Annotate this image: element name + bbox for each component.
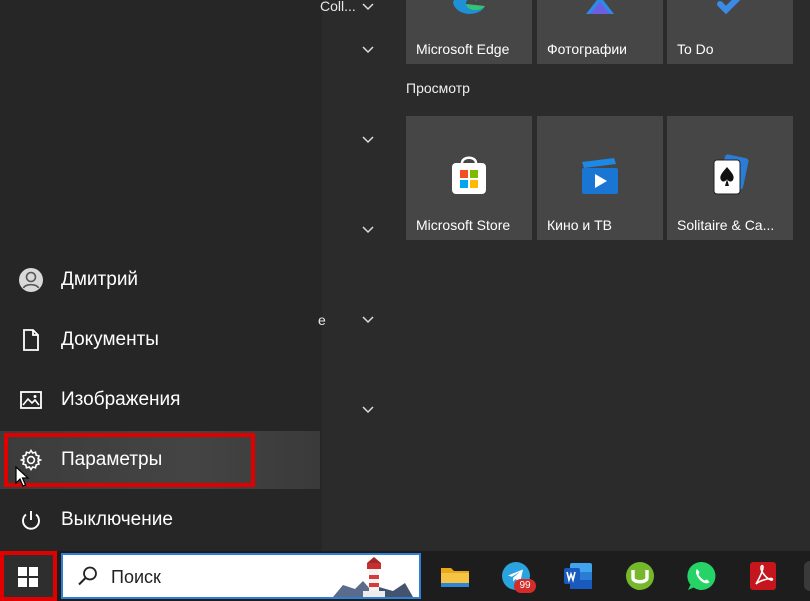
rail-item-documents[interactable]: Документы xyxy=(0,311,320,369)
rail-item-power[interactable]: Выключение xyxy=(0,491,320,549)
search-highlight-lighthouse-icon xyxy=(333,557,413,597)
movies-tv-icon xyxy=(582,158,618,194)
chevron-down-icon[interactable] xyxy=(361,403,375,417)
tile-movies-tv[interactable]: Кино и ТВ xyxy=(537,116,663,240)
tile-todo[interactable]: To Do xyxy=(667,0,793,64)
tile-solitaire[interactable]: Solitaire & Ca... xyxy=(667,116,793,240)
todo-icon xyxy=(717,0,741,15)
rail-item-settings[interactable]: Параметры xyxy=(0,431,320,489)
tile-photos[interactable]: Фотографии xyxy=(537,0,663,64)
search-icon xyxy=(78,566,97,586)
whatsapp-icon[interactable] xyxy=(685,559,719,593)
tile-label: To Do xyxy=(677,41,714,57)
rail-label-user: Дмитрий xyxy=(61,269,139,290)
search-placeholder: Поиск xyxy=(111,567,161,587)
tile-label: Solitaire & Ca... xyxy=(677,217,775,233)
taskbar: Поиск 99 xyxy=(0,551,810,601)
tile-microsoft-edge[interactable]: Microsoft Edge xyxy=(406,0,532,64)
tile-microsoft-store[interactable]: Microsoft Store xyxy=(406,116,532,240)
store-icon xyxy=(452,156,486,194)
rail-label-power: Выключение xyxy=(61,509,173,530)
tile-label: Фотографии xyxy=(547,41,628,57)
chevron-down-icon[interactable] xyxy=(361,313,375,327)
tile-label: Кино и ТВ xyxy=(547,217,612,233)
taskbar-search-box[interactable]: Поиск xyxy=(61,553,421,599)
utorrent-icon[interactable] xyxy=(623,559,657,593)
rail-label-documents: Документы xyxy=(61,329,159,350)
user-avatar-icon xyxy=(18,267,44,293)
document-icon xyxy=(18,327,44,353)
app-list: Coll... e xyxy=(318,0,394,551)
edge-icon xyxy=(453,0,485,14)
chevron-down-icon[interactable] xyxy=(361,133,375,147)
windows-logo-icon xyxy=(18,567,38,587)
start-button[interactable] xyxy=(0,551,57,601)
start-menu-rail: Дмитрий Документы Изображения Параметры … xyxy=(0,0,322,551)
app-list-entry-fragment[interactable]: e xyxy=(318,312,326,328)
taskbar-app-cropped-icon[interactable] xyxy=(804,561,810,591)
chevron-down-icon[interactable] xyxy=(361,43,375,57)
tile-group-title: Просмотр xyxy=(406,80,470,96)
app-list-entry-fragment[interactable]: Coll... xyxy=(320,0,356,14)
mouse-cursor-icon xyxy=(15,466,30,487)
rail-item-user[interactable]: Дмитрий xyxy=(0,251,320,309)
chevron-down-icon[interactable] xyxy=(361,223,375,237)
telegram-unread-badge: 99 xyxy=(514,579,536,593)
tile-label: Microsoft Edge xyxy=(416,41,510,57)
word-icon[interactable] xyxy=(561,559,595,593)
acrobat-icon[interactable] xyxy=(746,559,780,593)
tile-label: Microsoft Store xyxy=(416,217,511,233)
photos-icon xyxy=(586,0,614,14)
rail-label-pictures: Изображения xyxy=(61,389,181,410)
chevron-down-icon[interactable] xyxy=(361,0,375,14)
power-icon xyxy=(18,507,44,533)
file-explorer-icon[interactable] xyxy=(438,559,472,593)
solitaire-icon xyxy=(713,154,749,195)
picture-icon xyxy=(18,387,44,413)
rail-label-settings: Параметры xyxy=(61,449,163,470)
rail-item-pictures[interactable]: Изображения xyxy=(0,371,320,429)
